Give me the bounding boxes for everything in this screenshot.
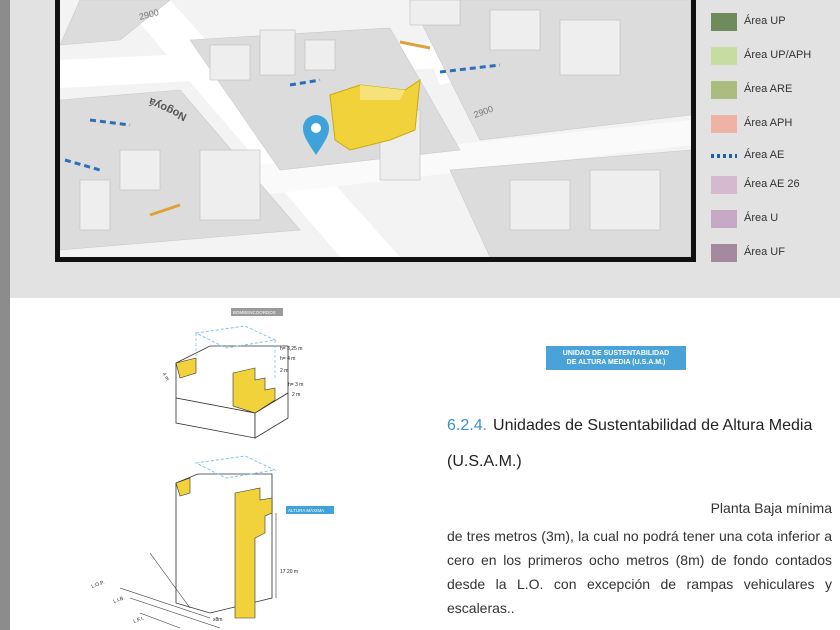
paragraph-body: de tres metros (3m), la cual no podrá te… [447,528,832,616]
legend-item: Área U [711,209,836,229]
dim-label: h= 3 m [288,382,303,388]
dim-label: 2 m [292,392,300,398]
height-label: 17.20 m [280,569,298,575]
legend-item: Área APH [711,114,836,134]
legend-swatch [711,176,737,194]
diagram-top-label: BOMBENCOORDOS [233,310,276,315]
section-number: 6.2.4. [447,417,488,434]
line-label: L.I.B. [113,595,126,605]
legend-item: Área ARE [711,80,836,100]
legend-label: Área APH [744,117,793,129]
map-illustration: 2900 2900 Nogoyá [60,0,691,257]
legend-item: Área UP/APH [711,46,836,66]
legend-swatch [711,81,737,99]
legend-swatch [711,244,737,262]
legend-item: Área UF [711,243,836,263]
legend-label: Área UP [744,15,786,27]
legend-swatch [711,115,737,133]
legend-swatch [711,210,737,228]
section-title: Unidades de Sustentabilidad de Altura Me… [447,417,813,470]
depth-label: x8m [213,617,222,623]
line-label: L.O.P. [91,580,106,590]
map-frame: 2900 2900 Nogoyá [55,0,696,262]
dim-label: 2 m [280,368,288,374]
section-tag-line1: UNIDAD DE SUSTENTABILIDAD [562,350,670,357]
legend-item: Área UP [711,12,836,32]
section-heading: 6.2.4. Unidades de Sustentabilidad de Alt… [447,408,827,480]
left-margin-bar [0,0,10,630]
line-label: L.F.I. [133,616,145,625]
legend-swatch [711,47,737,65]
paragraph-lead: Planta Baja mínima [710,500,832,516]
legend-item: Área AE [711,146,836,166]
dim-label: h= 4 m [280,356,295,362]
legend-label: Área AE [744,149,785,161]
city-3d-map[interactable]: 2900 2900 Nogoyá [60,0,691,257]
legend-item: Área AE 26 [711,175,836,195]
legend-label: Área ARE [744,83,793,95]
legend-label: Área AE 26 [744,178,800,190]
legend-swatch [711,13,737,31]
section-tag: UNIDAD DE SUSTENTABILIDAD DE ALTURA MEDI… [546,346,686,370]
section-tag-line2: DE ALTURA MEDIA (U.S.A.M.) [566,359,666,366]
building-height-diagram: BOMBENCOORDOS h= 3,25 m h= 4 m 2 m h= 3 … [91,308,334,629]
legend-label: Área UP/APH [744,49,812,61]
legend-dots [711,154,737,158]
legend-label: Área U [744,212,779,224]
diagram-bottom-label: ALTURA MÁXIMA [288,507,324,513]
legend-label: Área UF [744,246,785,258]
document-section: BOMBENCOORDOS h= 3,25 m h= 4 m 2 m h= 3 … [10,298,840,630]
dim-label: h= 3,25 m [280,346,302,352]
dim-label: 4 m [161,372,170,382]
